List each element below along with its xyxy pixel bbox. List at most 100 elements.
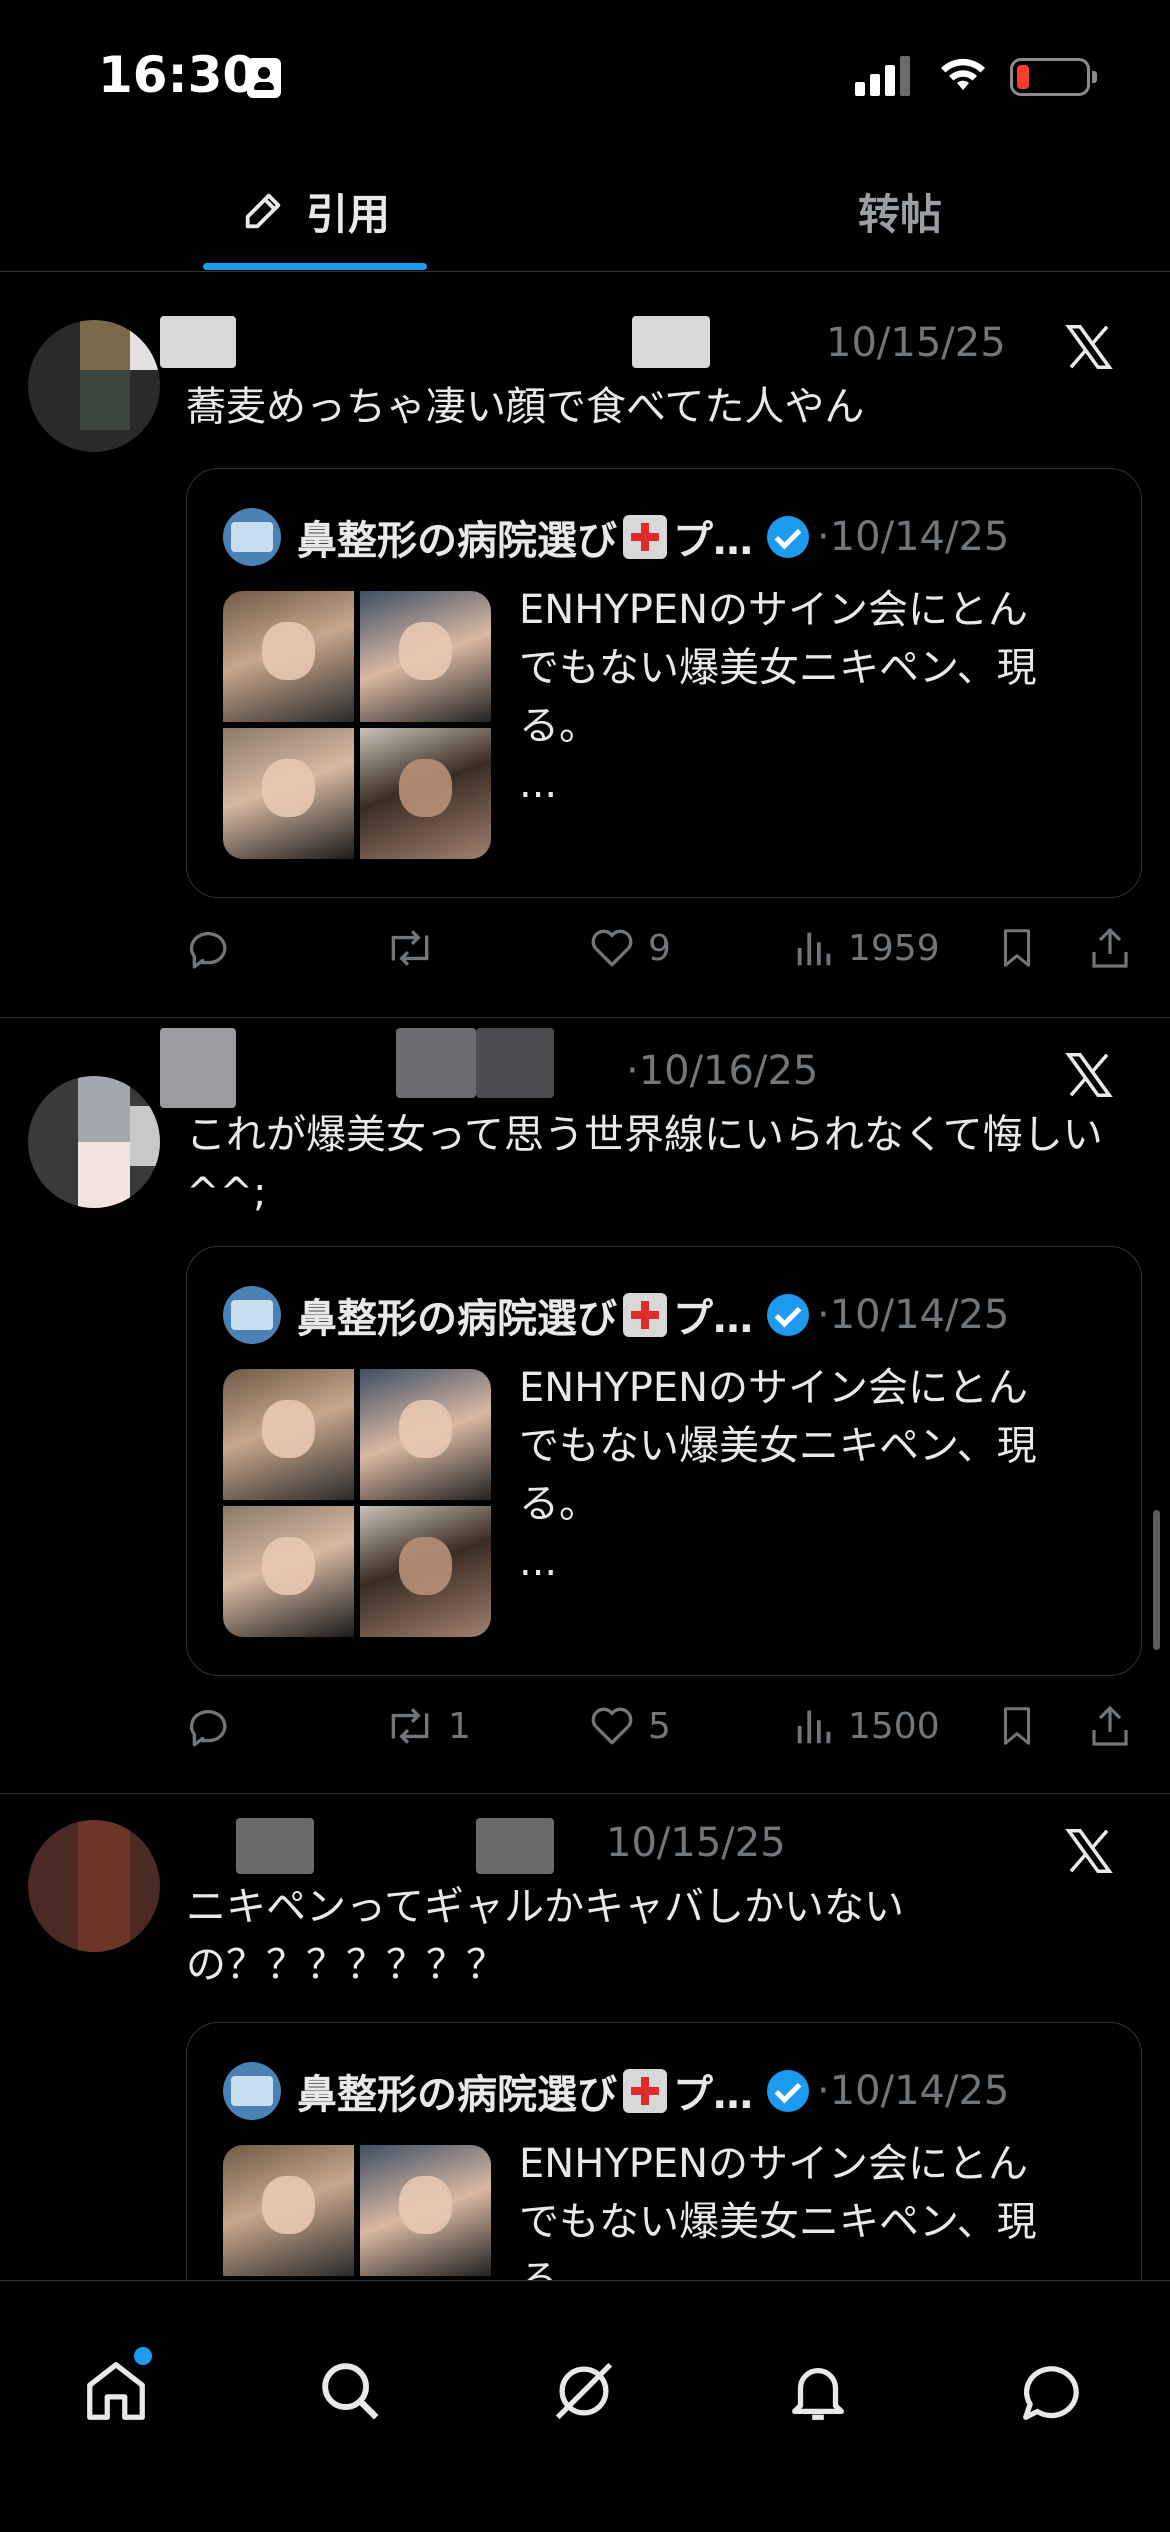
verified-badge-icon: [767, 1294, 809, 1336]
bookmark-button[interactable]: [994, 1696, 1050, 1756]
scrollbar[interactable]: [1153, 1510, 1160, 1650]
media-thumbnail[interactable]: [360, 1506, 491, 1637]
grok-icon: [555, 2362, 613, 2420]
views-button[interactable]: 1959: [792, 918, 940, 978]
tab-quotes-label: 引用: [305, 189, 390, 239]
redacted-handle: [396, 1028, 476, 1098]
quoted-avatar: [223, 2062, 281, 2120]
quoted-author-name-suffix: プ…: [673, 518, 753, 564]
quoted-tweet-card[interactable]: 鼻整形の病院選び プ… ·10/14/25 ENHYPENのサイン会にとん でも…: [186, 468, 1142, 898]
quoted-tweet-card[interactable]: 鼻整形の病院選び プ… ·10/14/25 ENHYPENのサイン会にとん でも…: [186, 1246, 1142, 1676]
media-thumbnail[interactable]: [223, 1506, 354, 1637]
quoted-tweet-text: ENHYPENのサイン会にとん でもない爆美女ニキペン、現 る。 ...: [519, 587, 1037, 807]
quoted-author-name: 鼻整形の病院選び: [297, 2072, 617, 2118]
tweet-date: 10/15/25: [826, 320, 1006, 366]
media-thumbnail[interactable]: [360, 1369, 491, 1500]
quoted-tweet-date: ·10/14/25: [817, 514, 1010, 560]
verified-badge-icon: [767, 516, 809, 558]
tweet[interactable]: 10/15/25 ニキペンってギャルかキャバしかいないの？？？？？？？ 鼻整形の…: [0, 1794, 1170, 2322]
nav-grok[interactable]: [544, 2351, 624, 2431]
quoted-avatar: [223, 1286, 281, 1344]
quoted-tweet-header: 鼻整形の病院選び プ… ·10/14/25: [223, 507, 1009, 567]
status-bar: 16:30: [0, 0, 1170, 150]
tweet-actions: 1 5 1500: [186, 1696, 1146, 1756]
redacted-name: [236, 1818, 314, 1874]
avatar[interactable]: [28, 1820, 160, 1952]
redacted-handle-2: [476, 1028, 554, 1098]
quoted-author-name-suffix: プ…: [673, 2072, 753, 2118]
nav-home[interactable]: [76, 2347, 156, 2431]
media-thumbnail[interactable]: [223, 728, 354, 859]
share-button[interactable]: [1086, 918, 1144, 978]
redacted-name: [160, 1028, 236, 1108]
home-icon: [87, 2362, 145, 2420]
views-icon: [797, 932, 831, 966]
nav-messages[interactable]: [1012, 2351, 1092, 2431]
redacted-name: [160, 316, 236, 368]
quoted-tweet-card[interactable]: 鼻整形の病院選び プ… ·10/14/25 ENHYPENのサイン会にとん でも…: [186, 2022, 1142, 2322]
like-button[interactable]: 5: [586, 1696, 671, 1756]
quoted-author-name-suffix: プ…: [673, 1296, 753, 1342]
share-icon: [1092, 1705, 1128, 1746]
tweet-text: これが爆美女って思う世界線にいられなくて悔しい^^;: [186, 1112, 1103, 1216]
wifi-icon: [941, 58, 985, 90]
tab-reposts-label: 转帖: [857, 189, 942, 239]
tab-quotes[interactable]: 引用: [200, 150, 430, 272]
avatar[interactable]: [28, 1076, 160, 1208]
tab-reposts[interactable]: 转帖: [780, 150, 1020, 272]
repost-button[interactable]: [382, 918, 448, 978]
notification-dot: [134, 2347, 152, 2365]
nav-notifications[interactable]: [778, 2351, 858, 2431]
reply-button[interactable]: [186, 918, 246, 978]
tab-bar: 引用 转帖: [0, 150, 1170, 272]
status-time: 16:30: [98, 46, 258, 104]
bookmark-button[interactable]: [994, 918, 1050, 978]
quoted-avatar: [223, 508, 281, 566]
views-button[interactable]: 1500: [792, 1696, 940, 1756]
tweet-text: 蕎麦めっちゃ凄い顔で食べてた人やん: [186, 384, 865, 430]
media-thumbnail[interactable]: [360, 728, 491, 859]
active-tab-indicator: [203, 263, 427, 270]
x-logo-icon: [1065, 1052, 1113, 1098]
quoted-tweet-header: 鼻整形の病院選び プ… ·10/14/25: [223, 1285, 1009, 1345]
quoted-media-grid[interactable]: [223, 1369, 491, 1637]
heart-icon: [591, 1707, 633, 1745]
bookmark-icon: [1003, 929, 1031, 967]
nav-search[interactable]: [310, 2351, 390, 2431]
bookmark-icon: [1003, 1707, 1031, 1745]
tweet-date: ·10/16/25: [626, 1048, 819, 1094]
x-logo-icon: [1065, 1828, 1113, 1874]
reply-icon: [189, 1709, 227, 1747]
tweet[interactable]: ·10/16/25 これが爆美女って思う世界線にいられなくて悔しい^^; 鼻整形…: [0, 1018, 1170, 1794]
quoted-tweet-header: 鼻整形の病院選び プ… ·10/14/25: [223, 2061, 1009, 2121]
media-thumbnail[interactable]: [360, 2145, 491, 2276]
search-icon: [322, 2363, 379, 2420]
media-thumbnail[interactable]: [223, 2145, 354, 2276]
battery-icon: [1010, 58, 1097, 96]
media-thumbnail[interactable]: [223, 1369, 354, 1500]
heart-icon: [591, 929, 633, 967]
share-icon: [1092, 927, 1128, 968]
bottom-navigation: [0, 2280, 1170, 2532]
quoted-tweet-text: ENHYPENのサイン会にとん でもない爆美女ニキペン、現 る。 ...: [519, 1365, 1037, 1585]
repost-button[interactable]: 1: [382, 1696, 471, 1756]
messages-icon: [1023, 2366, 1079, 2420]
quoted-media-grid[interactable]: [223, 591, 491, 859]
quoted-author-name: 鼻整形の病院選び: [297, 518, 617, 564]
media-thumbnail[interactable]: [223, 591, 354, 722]
like-button[interactable]: 9: [586, 918, 671, 978]
avatar[interactable]: [28, 320, 160, 452]
tweet[interactable]: 10/15/25 蕎麦めっちゃ凄い顔で食べてた人やん 鼻整形の病院選び プ… ·…: [0, 290, 1170, 1018]
quoted-author-name: 鼻整形の病院選び: [297, 1296, 617, 1342]
contact-card-icon: [247, 58, 281, 98]
pencil-icon: [245, 193, 281, 229]
tweet-text: ニキペンってギャルかキャバしかいないの？？？？？？？: [186, 1884, 904, 1988]
hospital-emoji-icon: [623, 2069, 667, 2113]
tweet-actions: 9 1959: [186, 918, 1146, 978]
redacted-handle: [476, 1818, 554, 1874]
media-thumbnail[interactable]: [360, 591, 491, 722]
share-button[interactable]: [1086, 1696, 1144, 1756]
views-icon: [797, 1710, 831, 1744]
quoted-tweet-date: ·10/14/25: [817, 1292, 1010, 1338]
reply-button[interactable]: [186, 1696, 246, 1756]
